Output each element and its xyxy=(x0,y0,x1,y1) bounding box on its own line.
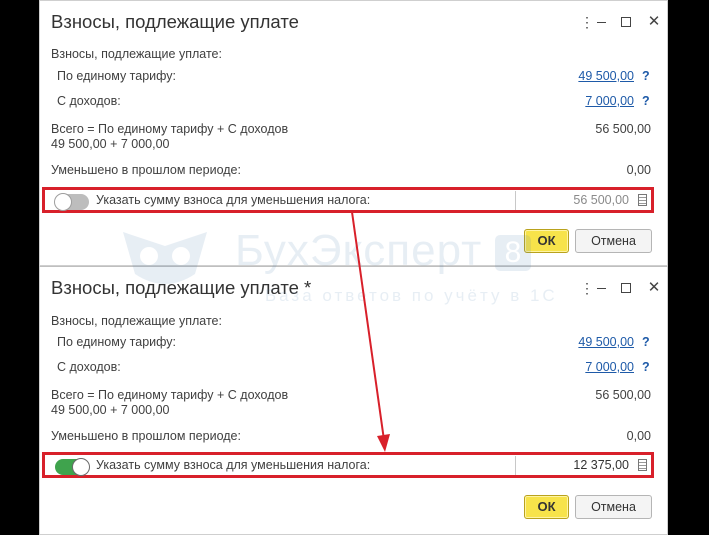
calculator-icon[interactable] xyxy=(638,194,647,206)
amount-field[interactable]: 56 500,00 xyxy=(515,191,633,210)
cancel-button[interactable]: Отмена xyxy=(575,229,652,253)
highlight-frame: Указать сумму взноса для уменьшения нало… xyxy=(42,452,654,478)
single-tariff-link[interactable]: 49 500,00 xyxy=(540,335,634,349)
total-breakdown: 49 500,00 + 7 000,00 xyxy=(51,403,170,417)
reduced-label: Уменьшено в прошлом периоде: xyxy=(51,429,241,443)
total-breakdown: 49 500,00 + 7 000,00 xyxy=(51,137,170,151)
reduce-toggle[interactable] xyxy=(55,458,90,476)
toggle-label: Указать сумму взноса для уменьшения нало… xyxy=(96,193,371,207)
minimize-icon[interactable] xyxy=(594,14,608,23)
maximize-icon[interactable] xyxy=(619,281,633,293)
help-icon[interactable]: ? xyxy=(642,69,650,83)
toggle-label: Указать сумму взноса для уменьшения нало… xyxy=(96,458,371,472)
ok-button[interactable]: ОК xyxy=(524,495,569,519)
single-tariff-label: По единому тарифу: xyxy=(57,335,177,349)
toggle-knob xyxy=(72,458,90,476)
maximize-icon[interactable] xyxy=(619,15,633,27)
reduce-toggle[interactable] xyxy=(54,193,89,211)
amount-field[interactable]: 12 375,00 xyxy=(515,456,633,475)
reduced-value: 0,00 xyxy=(626,429,651,443)
total-formula: Всего = По единому тарифу + С доходов xyxy=(51,388,289,402)
calculator-icon[interactable] xyxy=(638,459,647,471)
close-icon[interactable]: ✕ xyxy=(647,280,661,295)
total-value: 56 500,00 xyxy=(595,122,651,136)
income-label: С доходов: xyxy=(57,360,121,374)
help-icon[interactable]: ? xyxy=(642,335,650,349)
dialog-after: Взносы, подлежащие уплате * ⋮ ✕ Взносы, … xyxy=(39,266,668,535)
cancel-button[interactable]: Отмена xyxy=(575,495,652,519)
dialog-title: Взносы, подлежащие уплате * xyxy=(51,277,312,298)
close-icon[interactable]: ✕ xyxy=(647,14,661,29)
highlight-frame: Указать сумму взноса для уменьшения нало… xyxy=(42,187,654,213)
more-icon[interactable]: ⋮ xyxy=(580,281,594,295)
income-link[interactable]: 7 000,00 xyxy=(540,360,634,374)
ok-button[interactable]: ОК xyxy=(524,229,569,253)
help-icon[interactable]: ? xyxy=(642,94,650,108)
toggle-knob xyxy=(54,193,72,211)
single-tariff-link[interactable]: 49 500,00 xyxy=(540,69,634,83)
dialog-title: Взносы, подлежащие уплате xyxy=(51,11,299,32)
total-formula: Всего = По единому тарифу + С доходов xyxy=(51,122,289,136)
reduced-value: 0,00 xyxy=(626,163,651,177)
income-label: С доходов: xyxy=(57,94,121,108)
dialog-before: Взносы, подлежащие уплате ⋮ ✕ Взносы, по… xyxy=(39,0,668,266)
section-label: Взносы, подлежащие уплате: xyxy=(51,314,222,328)
help-icon[interactable]: ? xyxy=(642,360,650,374)
minimize-icon[interactable] xyxy=(594,280,608,289)
single-tariff-label: По единому тарифу: xyxy=(57,69,177,83)
total-value: 56 500,00 xyxy=(595,388,651,402)
reduced-label: Уменьшено в прошлом периоде: xyxy=(51,163,241,177)
section-label: Взносы, подлежащие уплате: xyxy=(51,47,222,61)
income-link[interactable]: 7 000,00 xyxy=(540,94,634,108)
more-icon[interactable]: ⋮ xyxy=(580,15,594,29)
